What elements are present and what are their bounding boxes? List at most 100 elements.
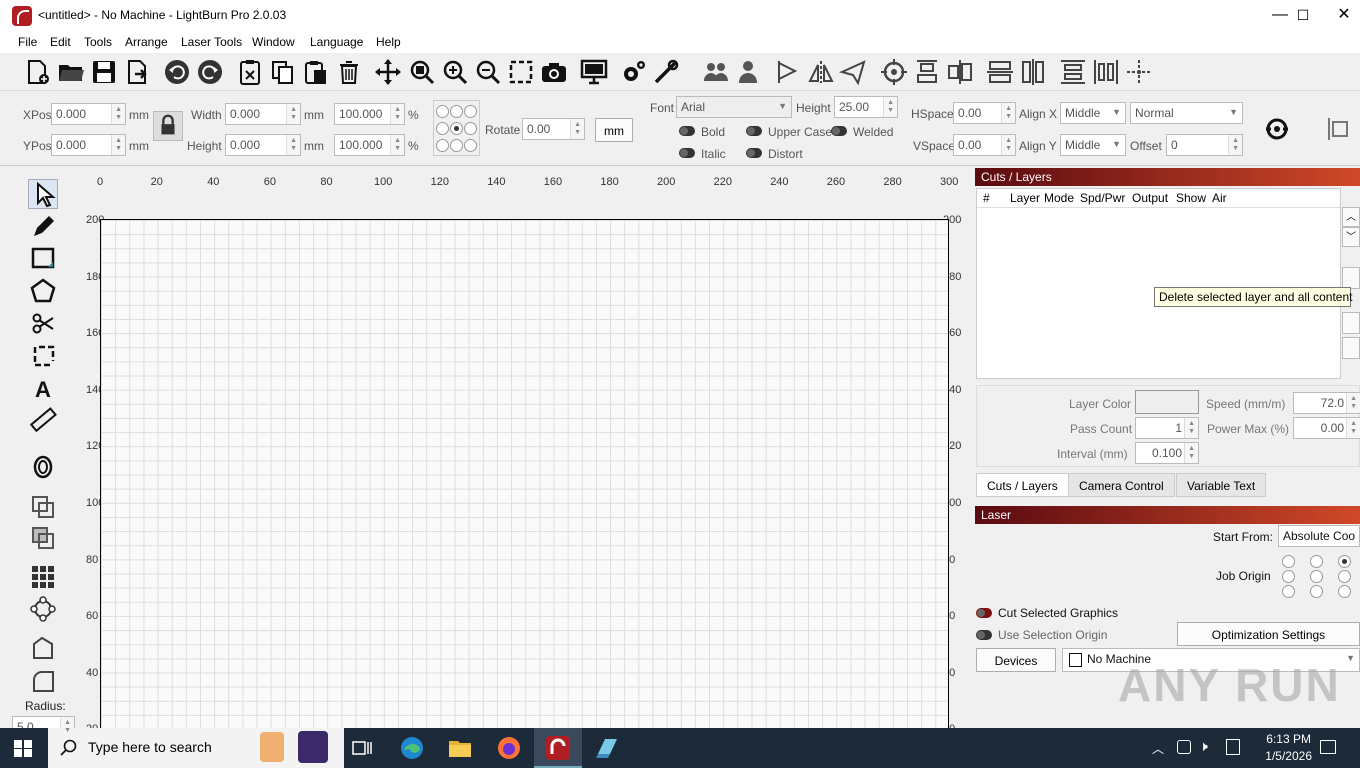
height-percent-field[interactable]: 100.000 ▲ ▼ [334,134,405,156]
show-hidden-icons[interactable]: ︿ [1152,740,1164,757]
bold-toggle[interactable] [679,126,695,136]
menu-edit[interactable]: Edit [50,35,71,49]
frame-selection-icon[interactable] [506,57,536,87]
distribute-horizontal-icon[interactable] [1018,57,1048,87]
units-toggle-button[interactable]: mm [595,118,633,142]
notifications-icon[interactable] [1320,740,1336,754]
undo-icon[interactable] [162,57,192,87]
open-folder-icon[interactable] [56,57,86,87]
menu-window[interactable]: Window [252,35,295,49]
network-icon[interactable] [1177,740,1191,754]
align-center-icon[interactable] [945,57,975,87]
file-explorer-icon[interactable] [446,734,474,762]
distort-toggle[interactable] [746,148,762,158]
task-view-icon[interactable] [348,734,376,762]
delete-layer-icon[interactable] [1342,267,1360,289]
column-spd-pwr[interactable]: Spd/Pwr [1080,191,1125,205]
virtual-array-icon[interactable] [1262,114,1292,144]
delete-icon[interactable] [334,57,364,87]
height-field[interactable]: 0.000 ▲ ▼ [225,134,301,156]
zoom-to-selection-icon[interactable] [407,57,437,87]
optimization-settings-button[interactable]: Optimization Settings [1177,622,1360,646]
save-icon[interactable] [89,57,119,87]
text-mode-select[interactable]: Normal ▼ [1130,102,1243,124]
rotate-field[interactable]: 0.00 ▲ ▼ [522,118,585,140]
work-area-grid[interactable] [100,219,949,728]
ungroup-icon[interactable] [733,57,763,87]
design-canvas[interactable]: 0 20 40 60 80 100 120 140 160 180 200 220 240 260 280 3… [80,167,968,728]
offset-field[interactable]: 0 ▲ ▼ [1166,134,1243,156]
tab-variable-text[interactable]: Variable Text [1176,473,1267,497]
menu-file[interactable]: File [18,35,37,49]
cut-clipboard-icon[interactable] [235,57,265,87]
windows-start-icon[interactable] [14,740,32,757]
interval-field[interactable]: 0.100 ▲ ▼ [1135,442,1199,464]
polygon-tool-icon[interactable] [28,276,58,306]
width-percent-field[interactable]: 100.000 ▲ ▼ [334,103,405,125]
convert-path-icon[interactable] [28,634,58,664]
align-x-select[interactable]: Middle ▼ [1060,102,1126,124]
measure-ruler-icon[interactable] [28,405,58,435]
layer-color-swatch[interactable] [1135,390,1199,414]
settings-gear-icon[interactable] [619,57,649,87]
text-tool-icon[interactable]: A [28,373,58,403]
column-show[interactable]: Show [1176,191,1206,205]
font-select[interactable]: Arial ▼ [676,96,792,118]
cut-selected-toggle[interactable] [976,608,992,618]
paste-layer-icon[interactable] [1342,337,1360,359]
group-icon[interactable] [701,57,731,87]
start-from-select[interactable]: Absolute Coo [1278,525,1360,547]
copy-icon[interactable] [268,57,298,87]
edge-browser-icon[interactable] [398,734,426,762]
use-selection-origin-toggle[interactable] [976,630,992,640]
origin-selector[interactable] [433,100,480,156]
upper-case-toggle[interactable] [746,126,762,136]
paste-icon[interactable] [301,57,331,87]
offset-shapes-icon[interactable] [28,452,58,482]
vspace-field[interactable]: 0.00 ▲ ▼ [953,134,1016,156]
close-button[interactable]: ✕ [1321,0,1360,31]
copy-layer-icon[interactable] [1342,312,1360,334]
boolean-union-icon[interactable] [28,492,58,522]
menu-tools[interactable]: Tools [84,35,112,49]
notepad-app-icon[interactable] [593,734,621,762]
devices-button[interactable]: Devices [976,648,1056,672]
lock-aspect-button[interactable] [153,111,183,141]
column-layer[interactable]: Layer [1010,191,1040,205]
firefox-icon[interactable] [495,734,523,762]
welded-toggle[interactable] [831,126,847,136]
circular-array-icon[interactable] [28,594,58,624]
align-y-select[interactable]: Middle ▼ [1060,134,1126,156]
space-vertical-icon[interactable] [1058,57,1088,87]
grid-array-icon[interactable] [28,562,58,592]
select-tool-icon[interactable] [28,179,58,209]
xpos-field[interactable]: 0.000 ▲ ▼ [51,103,126,125]
target-icon[interactable] [879,57,909,87]
move-icon[interactable] [373,57,403,87]
move-layer-up-icon[interactable]: ︿ [1342,207,1360,227]
mirror-icon[interactable] [806,57,836,87]
italic-toggle[interactable] [679,148,695,158]
rectangle-tool-icon[interactable] [28,243,58,273]
layers-table[interactable]: # Layer Mode Spd/Pwr Output Show Air [976,188,1341,379]
speed-field[interactable]: 72.0 ▲ ▼ [1293,392,1360,414]
system-clock[interactable]: 6:13 PM 1/5/2026 [1265,731,1312,765]
column-output[interactable]: Output [1132,191,1168,205]
move-layer-down-icon[interactable]: ﹀ [1342,227,1360,247]
corner-radius-icon[interactable] [28,666,58,696]
font-height-field[interactable]: 25.00 ▲ ▼ [834,96,898,118]
taskbar-search-box[interactable]: Type here to search [48,728,344,768]
volume-icon[interactable]: 🕨 [1199,738,1208,755]
zoom-in-icon[interactable] [440,57,470,87]
job-origin-selector[interactable] [1279,552,1360,602]
align-tool-icon[interactable] [1325,116,1353,142]
lightburn-taskbar-button[interactable] [534,728,582,768]
zoom-out-icon[interactable] [473,57,503,87]
draw-pen-icon[interactable] [28,212,58,242]
column-air[interactable]: Air [1212,191,1227,205]
power-max-field[interactable]: 0.00 ▲ ▼ [1293,417,1360,439]
menu-arrange[interactable]: Arrange [125,35,168,49]
camera-icon[interactable] [539,57,569,87]
column-mode[interactable]: Mode [1044,191,1074,205]
hspace-field[interactable]: 0.00 ▲ ▼ [953,102,1016,124]
